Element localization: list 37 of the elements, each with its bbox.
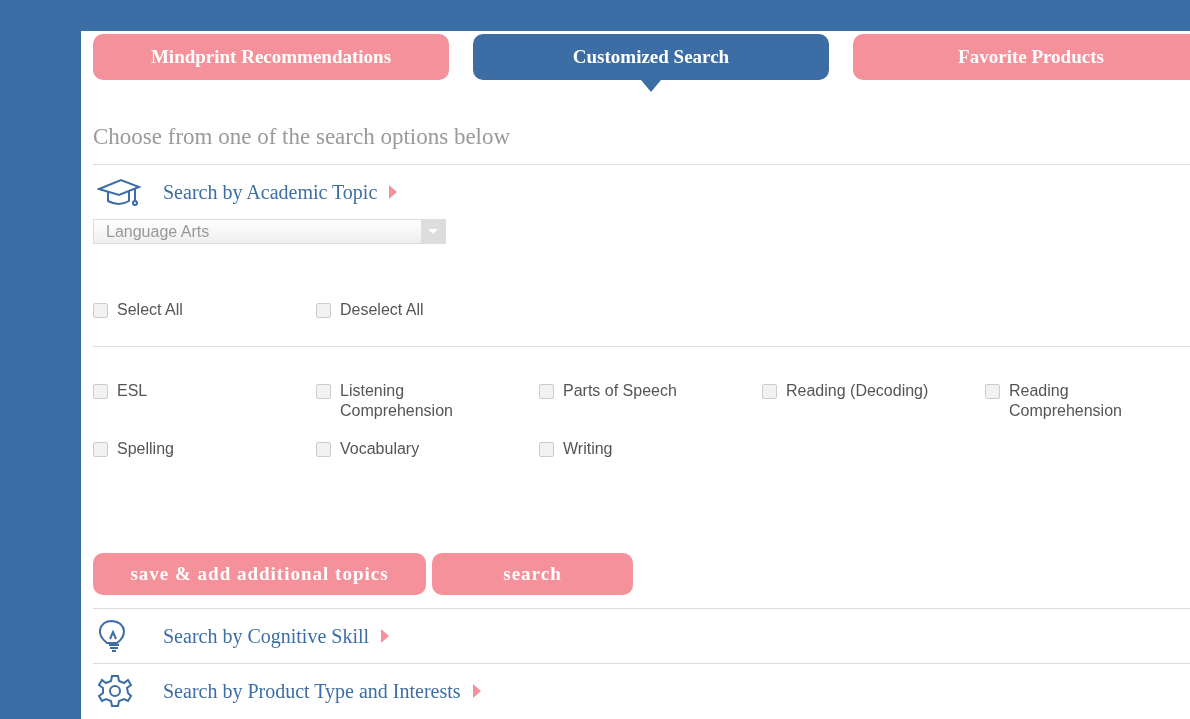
- tab-pointer: [641, 80, 661, 92]
- arrow-icon: [472, 684, 481, 698]
- graduation-cap-icon: [97, 177, 143, 207]
- topic-dropdown[interactable]: Language Arts: [93, 219, 446, 244]
- tab[interactable]: Favorite Products: [853, 34, 1190, 80]
- checkbox[interactable]: [985, 384, 1000, 399]
- checkbox-label: Writing: [563, 439, 614, 459]
- checkbox-label: Listening Comprehension: [340, 381, 454, 421]
- checkbox[interactable]: [539, 384, 554, 399]
- save-button[interactable]: save & add additional topics: [93, 553, 426, 595]
- checkbox[interactable]: [93, 384, 108, 399]
- arrow-icon: [389, 185, 398, 199]
- gear-icon: [97, 674, 133, 708]
- checkbox[interactable]: [93, 303, 108, 318]
- checkbox[interactable]: [762, 384, 777, 399]
- tab[interactable]: Customized Search: [473, 34, 829, 80]
- checkbox[interactable]: [93, 442, 108, 457]
- section-link[interactable]: Search by Academic Topic: [163, 177, 378, 207]
- checkbox-label: Select All: [117, 300, 184, 320]
- checkbox-label: Spelling: [117, 439, 175, 459]
- checkbox-label: ESL: [117, 381, 149, 401]
- checkbox-label: Vocabulary: [340, 439, 421, 459]
- instruction-heading: Choose from one of the search options below: [93, 123, 512, 151]
- checkbox[interactable]: [316, 442, 331, 457]
- section-link[interactable]: Search by Product Type and Interests: [163, 676, 461, 706]
- checkbox[interactable]: [539, 442, 554, 457]
- tab[interactable]: Mindprint Recommendations: [93, 34, 449, 80]
- search-button[interactable]: search: [432, 553, 633, 595]
- checkbox[interactable]: [316, 303, 331, 318]
- section-link[interactable]: Search by Cognitive Skill: [163, 621, 370, 651]
- caret-icon: [428, 229, 438, 234]
- checkbox-label: Deselect All: [340, 300, 425, 320]
- checkbox-label: Reading Comprehension: [1009, 381, 1123, 421]
- checkbox-label: Reading (Decoding): [786, 381, 930, 401]
- checkbox[interactable]: [316, 384, 331, 399]
- checkbox-label: Parts of Speech: [563, 381, 678, 401]
- arrow-icon: [381, 629, 390, 643]
